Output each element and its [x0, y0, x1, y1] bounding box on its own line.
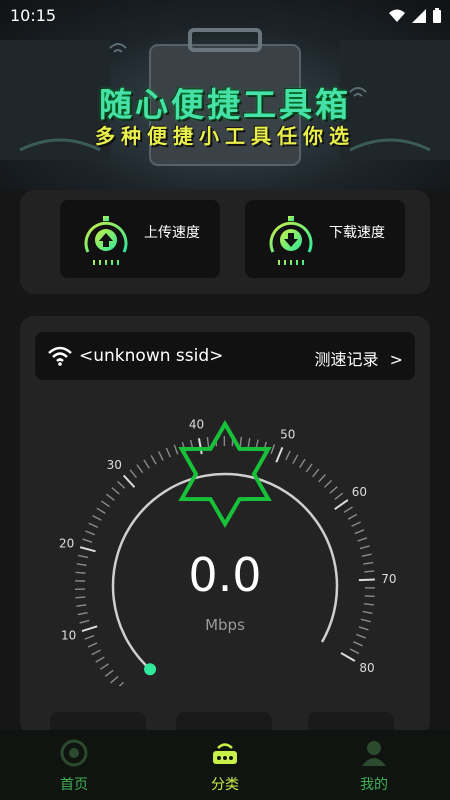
- gauge-tick: [285, 450, 291, 461]
- gauge-tick: [77, 612, 88, 616]
- gauge-tick: [129, 469, 137, 479]
- speed-history-label: 测速记录: [314, 350, 379, 369]
- gauge-tick: [91, 649, 101, 656]
- gauge-tick: [150, 455, 157, 465]
- gauge-tick: [104, 669, 114, 677]
- gauge-tick: [356, 633, 366, 639]
- gauge-tick: [247, 437, 251, 449]
- nav-profile[interactable]: 我的: [334, 738, 414, 794]
- gauge-tick-label: 30: [107, 458, 122, 472]
- gauge-tick: [347, 513, 358, 520]
- speedometer-gauge: 01020304050607080: [59, 417, 396, 686]
- gauge-tick: [206, 436, 210, 448]
- gauge-tick: [165, 447, 171, 458]
- gauge-needle-dot: [144, 663, 157, 676]
- router-icon: [213, 743, 237, 764]
- bottom-navigation: 首页 分类 我的: [0, 730, 450, 800]
- gauge-tick: [143, 459, 150, 469]
- download-speed-label: 下载速度: [329, 225, 385, 241]
- upload-speed-box[interactable]: 上传速度: [60, 200, 220, 278]
- profile-icon: [362, 741, 386, 766]
- speed-test-card: <unknown ssid> 测速记录 > 01020304050607080 …: [20, 316, 430, 736]
- gauge-tick: [100, 500, 111, 508]
- banner-subtitle: 多种便捷小工具任你选: [95, 124, 355, 148]
- gauge-tick: [312, 468, 320, 478]
- gauge-tick: [318, 474, 326, 483]
- upload-gauge-icon: [84, 216, 128, 265]
- nav-category[interactable]: 分类: [185, 738, 265, 794]
- gauge-tick: [305, 463, 313, 473]
- gauge-tick: [275, 447, 284, 463]
- chevron-right-icon: >: [389, 350, 403, 369]
- upload-speed-label: 上传速度: [144, 225, 200, 241]
- gauge-tick: [173, 444, 179, 455]
- gauge-tick: [334, 492, 344, 500]
- gauge-tick: [105, 493, 115, 501]
- gauge-tick-label: 80: [359, 661, 374, 675]
- gauge-tick: [292, 454, 299, 464]
- speed-unit: Mbps: [205, 616, 245, 634]
- status-time: 10:15: [10, 6, 57, 25]
- download-speed-box[interactable]: 下载速度: [245, 200, 405, 278]
- gauge-tick: [110, 675, 119, 684]
- gauge-tick: [82, 538, 93, 543]
- gauge-tick: [354, 529, 365, 535]
- gauge-tick: [88, 522, 99, 529]
- gauge-tick: [117, 480, 126, 489]
- hidden-card: [176, 712, 272, 732]
- gauge-tick: [329, 486, 338, 494]
- gauge-tick-label: 50: [280, 427, 295, 441]
- gauge-tick: [363, 602, 374, 606]
- gauge-tick: [197, 438, 203, 455]
- network-info-row[interactable]: <unknown ssid> 测速记录 >: [35, 332, 415, 380]
- nav-category-label: 分类: [211, 777, 239, 793]
- gauge-tick: [239, 436, 243, 447]
- wifi-ssid: <unknown ssid>: [79, 346, 224, 366]
- hidden-card: [50, 712, 146, 732]
- gauge-tick: [362, 610, 373, 615]
- gauge-tick: [334, 499, 349, 510]
- speed-value: 0.0: [188, 548, 262, 602]
- speed-history-link[interactable]: 测速记录 >: [314, 346, 403, 370]
- gauge-tick: [118, 681, 124, 686]
- gauge-tick: [270, 444, 276, 455]
- gauge-tick: [340, 652, 356, 662]
- gauge-tick: [85, 530, 95, 536]
- gauge-tick: [87, 642, 98, 648]
- home-icon: [60, 739, 88, 767]
- hidden-card: [308, 712, 394, 732]
- gauge-tick: [76, 604, 87, 607]
- gauge-tick: [136, 464, 144, 474]
- gauge-tick: [111, 487, 120, 495]
- gauge-tick-label: 60: [352, 485, 367, 499]
- battery-icon: [433, 8, 441, 23]
- gauge-tick: [357, 537, 368, 542]
- gauge-tick: [343, 506, 353, 513]
- banner-title: 随心便捷工具箱: [99, 85, 351, 124]
- gauge-tick: [96, 507, 106, 514]
- gauge-tick: [122, 474, 136, 488]
- gauge-tick: [323, 479, 333, 488]
- wifi-signal-icon: [389, 9, 405, 22]
- gauge-tick-label: 40: [189, 417, 204, 431]
- status-bar: 10:15: [0, 0, 450, 32]
- gauge-tick: [158, 451, 164, 461]
- nav-profile-label: 我的: [360, 777, 388, 793]
- gauge-tick: [84, 634, 95, 640]
- nav-home-label: 首页: [60, 777, 88, 793]
- gauge-tick: [351, 521, 361, 527]
- gauge-tick: [353, 641, 363, 647]
- speed-summary-card: 上传速度 下载速度: [20, 190, 430, 294]
- gauge-tick: [299, 458, 306, 468]
- gauge-tick: [349, 648, 360, 655]
- cell-signal-icon: [412, 9, 426, 23]
- gauge-tick: [92, 514, 102, 521]
- gauge-tick: [99, 663, 109, 670]
- wifi-icon: [48, 346, 72, 366]
- nav-home[interactable]: 首页: [34, 738, 114, 794]
- gauge-tick: [95, 656, 105, 663]
- download-gauge-icon: [269, 216, 313, 265]
